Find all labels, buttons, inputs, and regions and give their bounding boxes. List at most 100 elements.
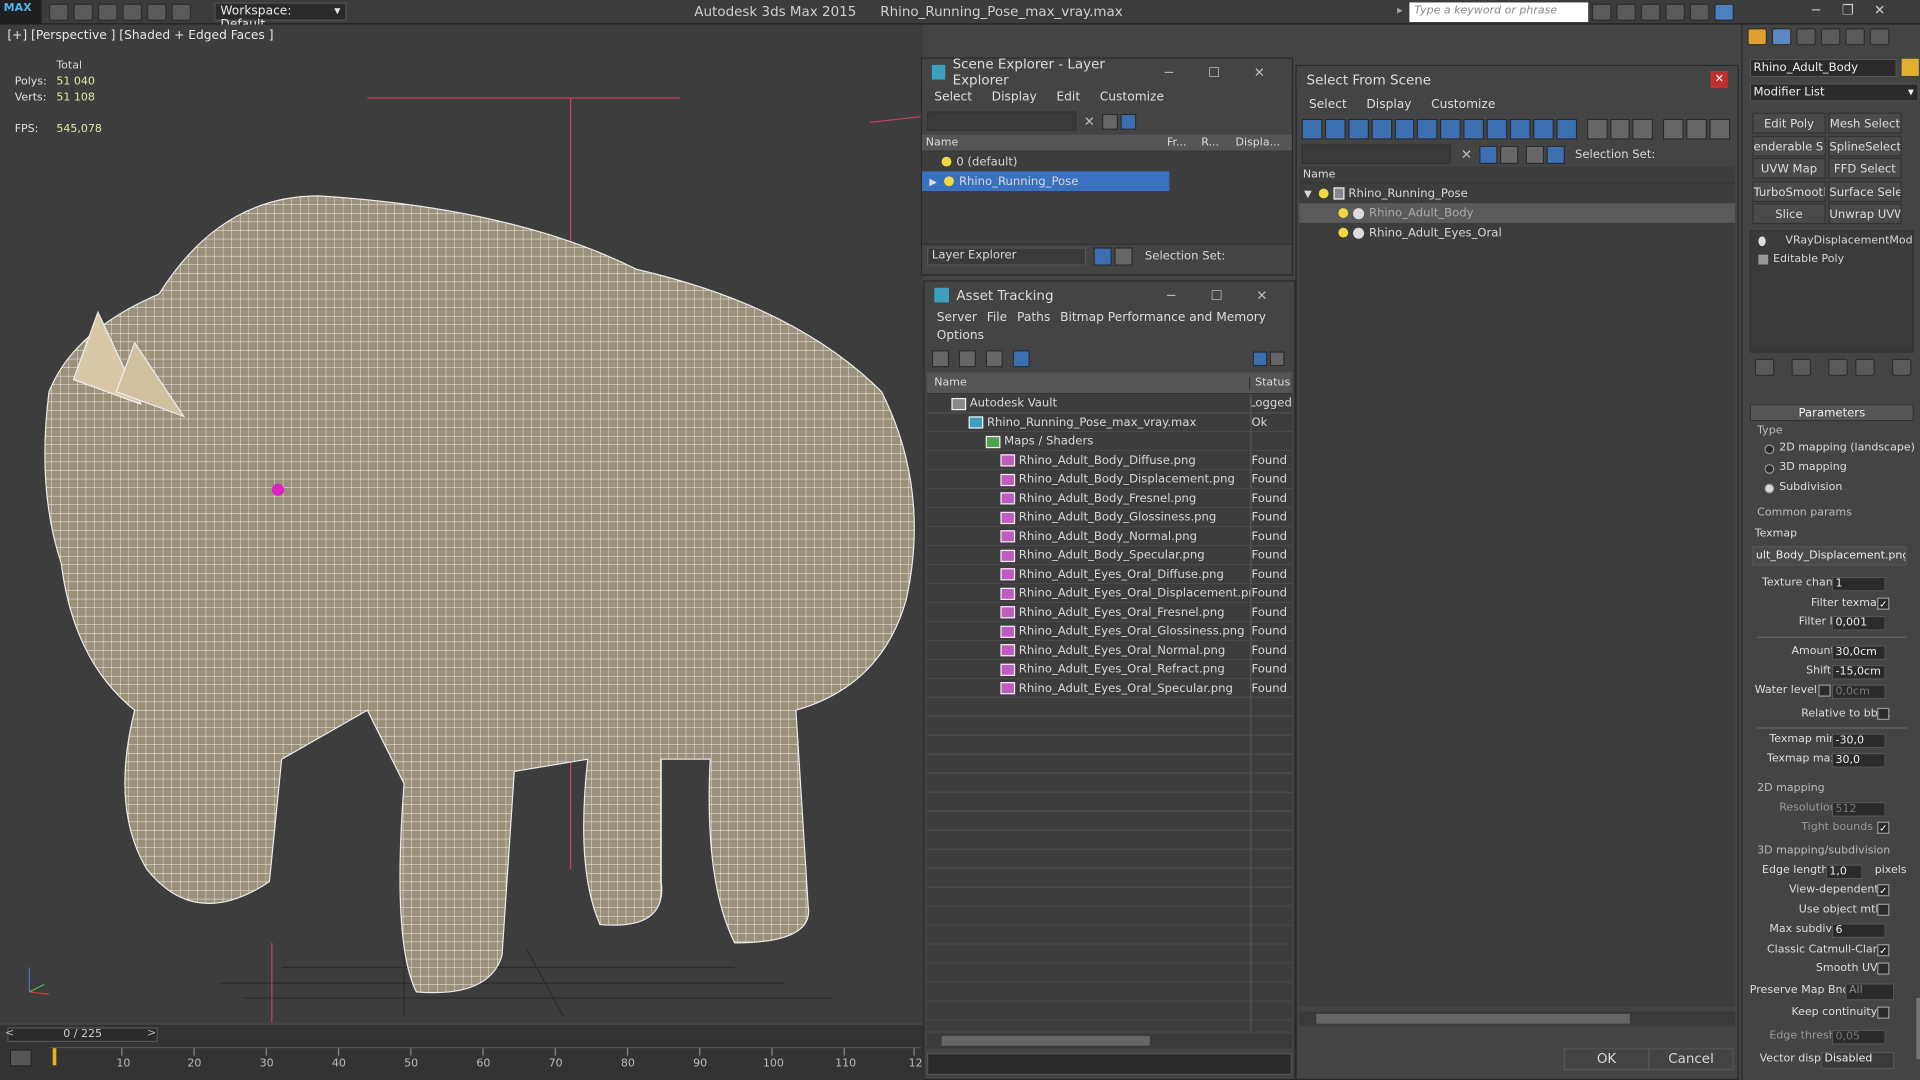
rhino-model[interactable] <box>44 195 915 994</box>
hierarchy-tab-icon[interactable] <box>1796 28 1816 46</box>
asset-row[interactable]: Rhino_Adult_Body_Displacement.png Found <box>927 470 1292 489</box>
close-icon[interactable]: ✕ <box>1237 64 1282 80</box>
save-icon[interactable] <box>97 3 118 21</box>
make-unique-icon[interactable] <box>1828 358 1848 376</box>
pin-stack-icon[interactable] <box>1754 358 1775 376</box>
menu-display[interactable]: Display <box>1366 97 1411 110</box>
scroll-thumb[interactable] <box>1316 1013 1630 1024</box>
mesh-select-button[interactable]: Mesh Select <box>1828 112 1902 134</box>
geometry-filter-icon[interactable] <box>1301 118 1323 139</box>
asset-row[interactable]: Rhino_Adult_Eyes_Oral_Diffuse.png Found <box>927 565 1292 584</box>
col-frozen[interactable]: Fr... <box>1167 137 1201 149</box>
search-input[interactable]: Type a keyword or phrase <box>1409 2 1589 23</box>
asset-row[interactable]: Rhino_Adult_Body_Normal.png Found <box>927 527 1292 546</box>
view-dependent-checkbox[interactable]: ✓ <box>1877 884 1890 897</box>
show-end-result-icon[interactable] <box>1791 358 1812 376</box>
thumbnail-icon[interactable] <box>985 350 1003 368</box>
asset-row[interactable]: Rhino_Adult_Body_Glossiness.png Found <box>927 508 1292 527</box>
help-icon[interactable] <box>1714 3 1734 21</box>
time-slider[interactable]: 0 / 225 <box>7 1027 158 1043</box>
col-asset-status[interactable]: Status <box>1250 377 1290 389</box>
shift-spinner[interactable]: -15,0cm <box>1831 664 1886 680</box>
slice-button[interactable]: Slice <box>1752 203 1826 225</box>
panel-scrollbar[interactable] <box>1916 997 1920 1060</box>
resolution-spinner[interactable]: 512 <box>1831 802 1886 817</box>
app-logo[interactable]: MAX <box>0 0 42 25</box>
menu-customize[interactable]: Customize <box>1100 90 1164 103</box>
unwrap-uvw-button[interactable]: Unwrap UVW <box>1828 203 1902 225</box>
keep-continuity-checkbox[interactable] <box>1877 1006 1890 1019</box>
menu-display[interactable]: Display <box>992 90 1037 103</box>
maximize-icon[interactable]: ☐ <box>1194 287 1239 303</box>
select-search-input[interactable] <box>1301 144 1452 165</box>
modify-tab-icon[interactable] <box>1771 28 1792 46</box>
favorites-star-icon[interactable] <box>1665 3 1685 21</box>
list-view-icon[interactable] <box>958 350 976 368</box>
classic-catmull-checkbox[interactable]: ✓ <box>1877 944 1890 957</box>
texmap-button[interactable]: ult_Body_Displacement.png) <box>1752 546 1907 566</box>
texture-chan-spinner[interactable]: 1 <box>1831 576 1886 592</box>
containers-filter-icon[interactable] <box>1509 118 1531 139</box>
menu-edit[interactable]: Edit <box>1056 90 1080 103</box>
expand-arrow-icon[interactable]: ▶ <box>929 176 937 187</box>
bulb-icon[interactable] <box>1338 227 1349 238</box>
cancel-button[interactable]: Cancel <box>1648 1048 1734 1071</box>
select-invert-icon[interactable] <box>1632 118 1654 139</box>
sort-icon[interactable] <box>1686 118 1708 139</box>
motion-tab-icon[interactable] <box>1820 28 1841 46</box>
asset-tracking-titlebar[interactable]: Asset Tracking ─ ☐ ✕ <box>924 281 1295 309</box>
menu-paths[interactable]: Paths <box>1017 311 1050 324</box>
filter-blur-spinner[interactable]: 0,001 <box>1831 615 1886 631</box>
asset-row[interactable]: Rhino_Adult_Eyes_Oral_Glossiness.png Foun… <box>927 622 1292 641</box>
asset-row[interactable]: Rhino_Adult_Eyes_Oral_Displacement.png Fo… <box>927 584 1292 603</box>
amount-spinner[interactable]: 30,0cm <box>1831 645 1886 661</box>
minimize-icon[interactable]: ─ <box>1800 0 1832 22</box>
stack-item[interactable]: Editable Poly <box>1751 250 1913 269</box>
subscription-icon[interactable] <box>1616 3 1636 21</box>
helpers-filter-icon[interactable] <box>1394 118 1415 139</box>
bones-filter-icon[interactable] <box>1486 118 1508 139</box>
col-asset-name[interactable]: Name <box>927 376 1251 389</box>
col-name[interactable]: Name <box>1299 168 1336 180</box>
scene-explorer-search[interactable] <box>926 111 1077 132</box>
lightbulb-icon[interactable] <box>1758 236 1766 246</box>
clear-search-icon[interactable]: ✕ <box>1461 146 1472 162</box>
turbosmooth-button[interactable]: TurboSmooth <box>1752 181 1826 203</box>
smooth-uvs-checkbox[interactable] <box>1877 962 1890 975</box>
timeline-ruler[interactable]: 10 20 30 40 50 60 70 80 90 100 110 12 <box>48 1046 923 1074</box>
object-color-swatch[interactable] <box>1901 58 1919 76</box>
options-icon[interactable] <box>1709 118 1731 139</box>
asset-row[interactable]: Maps / Shaders <box>927 432 1292 451</box>
remove-modifier-icon[interactable] <box>1855 358 1875 376</box>
shapes-filter-icon[interactable] <box>1324 118 1346 139</box>
binoculars-icon[interactable] <box>1591 3 1612 21</box>
maximize-icon[interactable]: ☐ <box>1191 64 1236 80</box>
restore-icon[interactable]: ❐ <box>1832 0 1864 22</box>
water-level-checkbox[interactable] <box>1818 684 1831 697</box>
layer-view-icon[interactable] <box>1093 247 1112 266</box>
next-frame-icon[interactable]: > <box>147 1027 156 1039</box>
cameras-filter-icon[interactable] <box>1371 118 1392 139</box>
ok-button[interactable]: OK <box>1563 1048 1650 1071</box>
radio-2d-mapping[interactable] <box>1764 444 1775 455</box>
radio-subdivision[interactable] <box>1764 483 1775 494</box>
xrefs-filter-icon[interactable] <box>1463 118 1485 139</box>
asset-row[interactable]: Rhino_Adult_Body_Specular.png Found <box>927 546 1292 565</box>
close-icon[interactable]: ✕ <box>1239 287 1284 303</box>
perspective-viewport[interactable]: [+] [Perspective ] [Shaded + Edged Faces… <box>0 24 924 1023</box>
menu-server[interactable]: Server <box>937 311 977 324</box>
expand-arrow-icon[interactable]: ▼ <box>1304 188 1312 199</box>
layers-icon[interactable] <box>1500 145 1519 164</box>
scene-explorer-titlebar[interactable]: Scene Explorer - Layer Explorer ─ ☐ ✕ <box>922 56 1292 88</box>
tree-row[interactable]: Rhino_Adult_Eyes_Oral <box>1299 223 1735 243</box>
clear-search-icon[interactable]: ✕ <box>1084 113 1095 129</box>
project-folder-icon[interactable] <box>171 3 192 21</box>
layer-row-selected[interactable]: ▶ Rhino_Running_Pose <box>922 171 1170 192</box>
hidden-filter-icon[interactable] <box>1556 118 1577 139</box>
stack-icon[interactable] <box>1525 145 1545 164</box>
asset-row[interactable]: Rhino_Adult_Body_Diffuse.png Found <box>927 451 1292 470</box>
asset-row[interactable]: Rhino_Adult_Eyes_Oral_Specular.png Found <box>927 679 1292 698</box>
menu-bitmap-performance[interactable]: Bitmap Performance and Memory <box>1060 311 1266 324</box>
menu-select[interactable]: Select <box>1309 97 1347 110</box>
close-icon[interactable]: ✕ <box>1864 0 1896 22</box>
